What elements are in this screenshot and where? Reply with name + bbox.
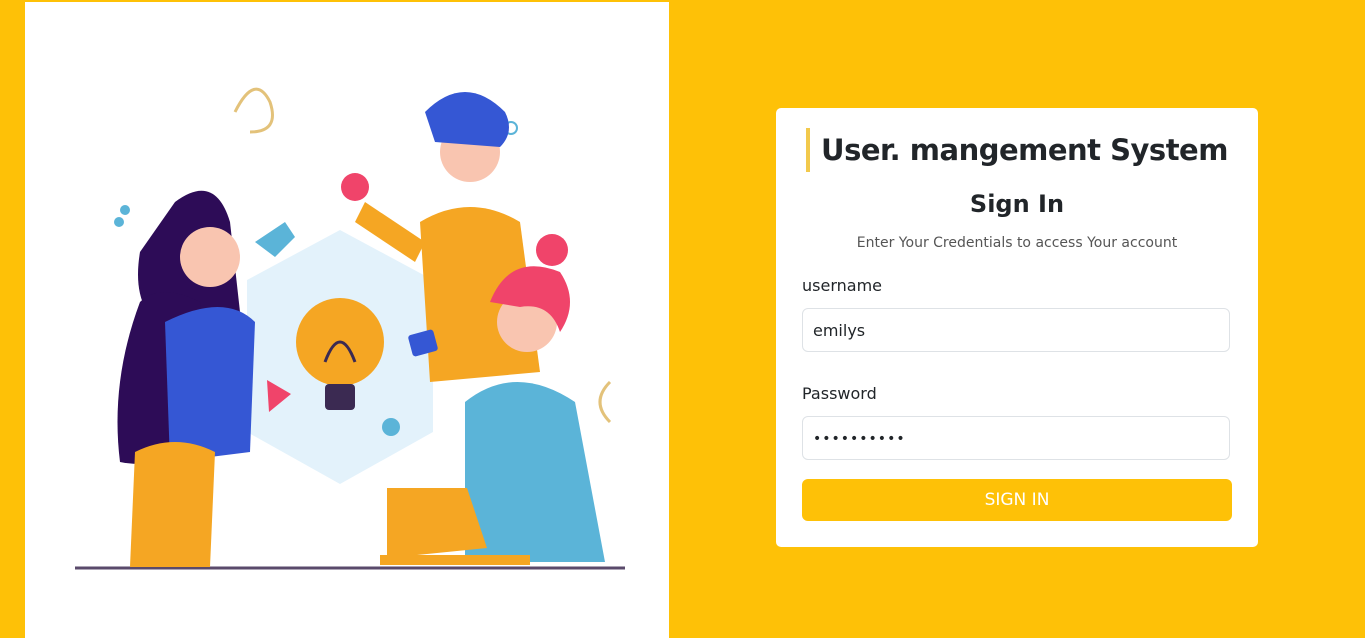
- username-input[interactable]: [802, 308, 1230, 352]
- login-card: User. mangement System Sign In Enter You…: [776, 108, 1258, 547]
- sign-in-button[interactable]: SIGN IN: [802, 479, 1232, 521]
- password-mask: ••••••••••: [813, 431, 906, 447]
- sign-in-heading: Sign In: [969, 190, 1065, 218]
- illustration-panel: [25, 2, 669, 638]
- team-brainstorm-illustration: [75, 87, 625, 570]
- sign-in-subtitle: Enter Your Credentials to access Your ac…: [856, 235, 1178, 251]
- app-title: User. mangement System: [806, 128, 1228, 172]
- password-label: Password: [802, 384, 877, 403]
- password-input[interactable]: ••••••••••: [802, 416, 1230, 460]
- login-page: User. mangement System Sign In Enter You…: [0, 0, 1365, 638]
- username-label: username: [802, 276, 882, 295]
- app-title-wrap: User. mangement System: [776, 128, 1258, 172]
